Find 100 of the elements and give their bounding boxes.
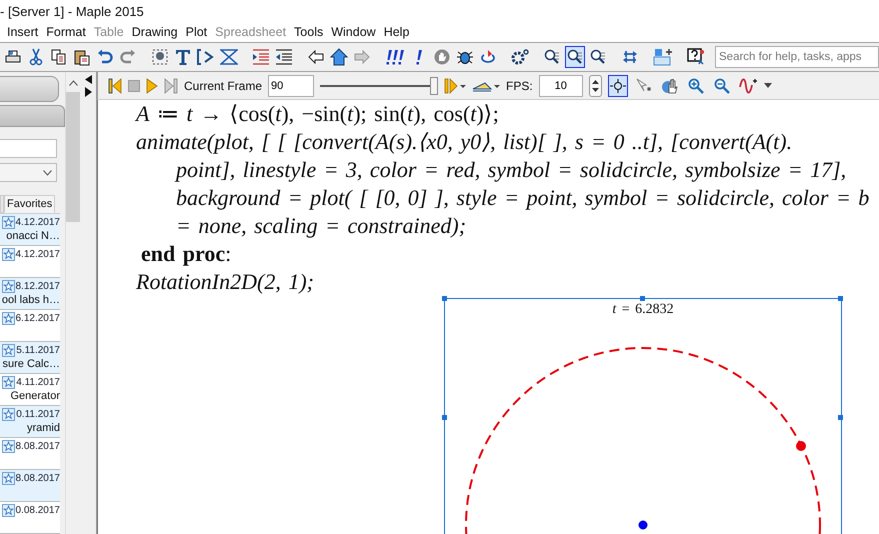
code-line: A ≔ t → ⟨cos(t), −sin(t); sin(t), cos(t)⟩;	[136, 100, 500, 128]
list-item[interactable]: 4.11.2017 Generator	[0, 374, 60, 406]
swap-arrows-icon	[622, 49, 638, 65]
tab[interactable]: Favorites	[4, 195, 56, 214]
menu-item[interactable]: Tools	[290, 25, 328, 39]
scissors-icon	[29, 48, 43, 66]
play-mode-dropdown[interactable]	[444, 78, 466, 94]
copy-icon	[51, 49, 67, 65]
item-title: sure Calc…	[2, 358, 60, 372]
date-text: 6.12.2017	[16, 312, 60, 324]
toolbar-button[interactable]	[652, 46, 674, 68]
item-title: ool labs h…	[2, 294, 60, 308]
list-item[interactable]: 0.11.2017 yramid	[0, 406, 60, 438]
star-icon[interactable]	[2, 312, 14, 325]
date-text: 8.08.2017	[16, 440, 60, 452]
menu-item[interactable]: Drawing	[128, 25, 182, 39]
plot-tool-button[interactable]	[608, 74, 628, 96]
date-text: 4.12.2017	[16, 216, 60, 228]
play-mode-icon	[444, 78, 466, 94]
text-tool-icon	[175, 48, 191, 66]
fps-field[interactable]: 10	[538, 74, 583, 96]
date-text: 8.08.2017	[16, 472, 60, 484]
hand-icon	[434, 49, 450, 65]
menu-item[interactable]: Format	[42, 25, 90, 39]
star-icon[interactable]	[2, 472, 14, 485]
list-item[interactable]: 0.08.2017	[0, 502, 60, 534]
slider-thumb[interactable]	[430, 76, 438, 94]
toolbar-button[interactable]	[329, 46, 349, 68]
plot-frame[interactable]: t = 6.2832	[444, 298, 842, 534]
list-item[interactable]: 8.12.2017 ool labs h…	[0, 278, 60, 310]
date-text: 0.11.2017	[16, 408, 60, 420]
star-icon[interactable]	[2, 280, 14, 293]
first-frame-icon[interactable]	[108, 78, 122, 94]
magnifier-icon	[567, 49, 583, 65]
next-frame-icon[interactable]	[164, 78, 178, 94]
frame-slider[interactable]	[320, 76, 438, 96]
magnifier-icon	[544, 49, 560, 65]
list-item[interactable]: 8.08.2017	[0, 470, 60, 502]
zoom-out-icon	[714, 78, 730, 94]
collapse-arrows-icon	[84, 75, 92, 97]
curve-add-icon	[738, 76, 757, 94]
list-item[interactable]: 8.08.2017	[0, 438, 60, 470]
list-item[interactable]: 4.12.2017 onacci N…	[0, 214, 60, 246]
input-field[interactable]	[0, 138, 57, 158]
date-text: 8.12.2017	[16, 280, 60, 292]
caret-icon[interactable]	[764, 83, 772, 88]
menu-item[interactable]: Plot	[182, 25, 212, 39]
zoom-in-icon	[688, 78, 704, 94]
frame-field[interactable]: 90	[268, 74, 314, 96]
outdent-icon	[275, 49, 293, 65]
star-icon[interactable]	[2, 216, 14, 229]
code-line: point], linestyle = 3, color = red, symbol = solidcircle, symbolsize = 17],	[174, 156, 848, 184]
chevron-down-icon	[43, 170, 52, 176]
prompt-icon	[197, 49, 215, 65]
star-icon[interactable]	[2, 408, 16, 421]
item-title: Generator	[10, 390, 60, 404]
scroll-up-icon	[68, 80, 78, 86]
toolbar-button[interactable]	[196, 46, 216, 68]
menu-item[interactable]: Help	[380, 25, 414, 39]
menu-item[interactable]: Window	[327, 25, 380, 39]
fps-label: FPS:	[506, 78, 533, 92]
star-icon[interactable]	[2, 248, 14, 261]
globe-hand-icon	[660, 76, 679, 94]
star-icon[interactable]	[2, 504, 14, 517]
plot-title: t = 6.2832	[611, 301, 675, 318]
scrollbar[interactable]	[65, 72, 80, 534]
item-title: onacci N…	[6, 230, 60, 244]
hourglass-icon	[220, 49, 238, 65]
window-title: - [Server 1] - Maple 2015	[0, 4, 144, 18]
fps-spinner[interactable]	[588, 74, 602, 96]
list-item[interactable]: 6.12.2017	[0, 310, 60, 342]
undo-icon	[97, 49, 113, 65]
exclamation-icon	[385, 49, 405, 65]
insert-table-icon	[653, 48, 673, 66]
play-icon[interactable]	[146, 78, 158, 94]
item-title: yramid	[26, 422, 60, 436]
current-frame-label: Current Frame	[184, 78, 262, 92]
home-icon	[330, 48, 348, 66]
region-icon	[152, 49, 168, 65]
toolbar-button[interactable]	[565, 46, 585, 68]
date-text: 4.11.2017	[16, 376, 60, 388]
code-line: end proc:	[140, 240, 232, 268]
magnifier-icon	[590, 49, 606, 65]
list-item[interactable]: 4.12.2017	[0, 246, 60, 278]
star-icon[interactable]	[2, 376, 16, 389]
star-icon[interactable]	[2, 344, 16, 357]
menu-item[interactable]: Insert	[3, 25, 42, 39]
code-line: = none, scaling = constrained);	[175, 212, 468, 240]
search-field[interactable]: Search for help, tasks, apps	[715, 46, 879, 68]
date-text: 5.11.2017	[16, 344, 60, 356]
gear-icon	[511, 49, 529, 65]
date-text: 0.08.2017	[16, 504, 60, 516]
star-icon[interactable]	[2, 440, 14, 453]
list-item[interactable]: 5.11.2017 sure Calc…	[0, 342, 60, 374]
indent-icon	[252, 49, 270, 65]
date-text: 4.12.2017	[16, 248, 60, 260]
restart-icon	[479, 49, 497, 65]
scroll-thumb[interactable]	[66, 92, 80, 222]
help-icon	[687, 48, 705, 66]
back-arrow-icon	[308, 50, 324, 64]
